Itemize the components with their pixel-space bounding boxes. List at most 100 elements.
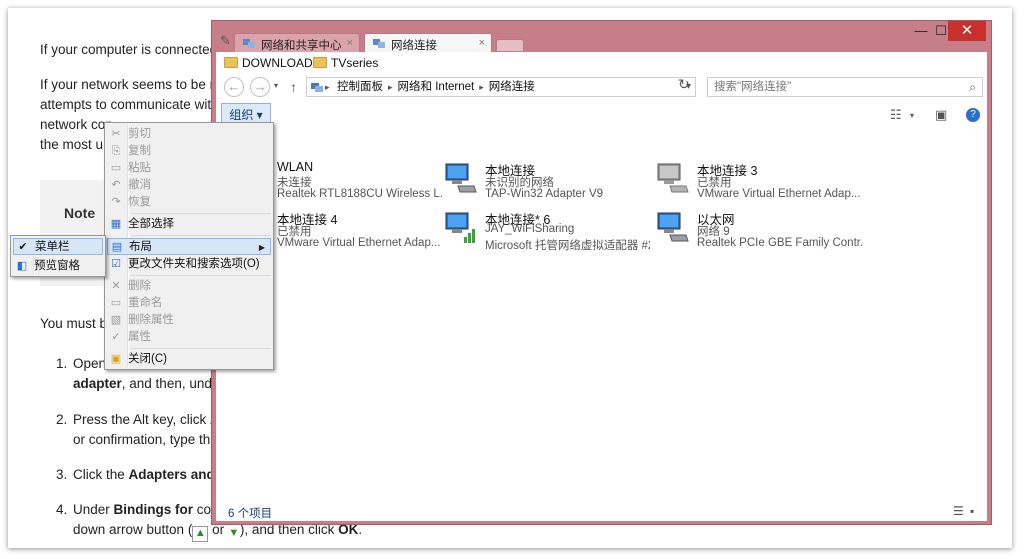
remove-properties-icon: ▧ xyxy=(110,314,122,326)
menu-label: 恢复 xyxy=(128,196,151,208)
doc-paragraph-1: If your computer is connected xyxy=(40,42,218,57)
menu-label: 剪切 xyxy=(128,128,151,140)
tab-close-icon[interactable]: × xyxy=(347,37,353,49)
ethernet-adapter-icon xyxy=(657,212,689,242)
connection-ethernet[interactable]: 以太网 网络 9 Realtek PCIe GBE Family Contr..… xyxy=(656,209,862,255)
breadcrumb-network-internet[interactable]: 网络和 Internet xyxy=(398,81,475,93)
menu-item-properties[interactable]: ✓ 属性 xyxy=(107,329,271,346)
address-bar[interactable]: ▸ 控制面板 ▸ 网络和 Internet ▸ 网络连接 ▾ xyxy=(306,77,696,97)
view-dropdown-icon[interactable]: ▾ xyxy=(910,111,914,120)
recent-dropdown-icon[interactable]: ▾ xyxy=(274,81,278,90)
connection-name: WLAN xyxy=(277,160,314,174)
network-adapter-disabled-icon xyxy=(657,163,689,193)
favorite-tvseries[interactable]: TVseries xyxy=(313,56,378,70)
item-count: 6 个项目 xyxy=(228,508,273,520)
breadcrumb-control-panel[interactable]: 控制面板 xyxy=(337,81,383,93)
menu-item-select-all[interactable]: ▦ 全部选择 xyxy=(107,216,271,233)
doc-paragraph-2-line-2: attempts to communicate wit xyxy=(40,97,212,112)
connection-local-1[interactable]: 本地连接 未识别的网络 TAP-Win32 Adapter V9 xyxy=(444,160,649,206)
connection-status: JAY_WiFiSharing xyxy=(485,223,575,235)
tab-label: 网络和共享中心 xyxy=(261,40,342,52)
menu-label: 撤消 xyxy=(128,179,151,191)
connection-local-6[interactable]: 本地连接* 6 JAY_WiFiSharing Microsoft 托管网络虚拟… xyxy=(444,209,650,255)
menu-label: 删除属性 xyxy=(128,314,174,326)
connection-device: VMware Virtual Ethernet Adap... xyxy=(697,188,861,200)
up-arrow-icon: ▲ xyxy=(192,526,209,542)
preview-pane-icon[interactable]: ▣ xyxy=(935,107,947,123)
menu-item-redo[interactable]: ↷ 恢复 xyxy=(107,194,271,211)
menu-label: 复制 xyxy=(128,145,151,157)
breadcrumb-chevron[interactable]: ▸ xyxy=(479,82,484,92)
menu-item-rename[interactable]: ▭ 重命名 xyxy=(107,295,271,312)
tab-network-sharing-center[interactable]: 网络和共享中心 × xyxy=(234,33,360,53)
refresh-button[interactable]: ↻ xyxy=(678,76,690,93)
connection-device: Realtek RTL8188CU Wireless L... xyxy=(277,188,442,200)
doc-paragraph-must: You must b xyxy=(40,316,108,331)
favorite-downloads[interactable]: DOWNLOADS xyxy=(224,56,321,70)
large-icons-view-icon[interactable]: ▪ xyxy=(970,504,974,518)
preview-pane-icon: ◧ xyxy=(16,260,28,272)
submenu-item-preview-pane[interactable]: ◧ 预览窗格 xyxy=(13,258,103,275)
step-2-text: Press the Alt key, click xyxy=(73,412,211,427)
favorites-bar: DOWNLOADS TVseries xyxy=(216,52,987,74)
close-folder-icon: ▣ xyxy=(110,353,122,365)
control-panel-icon xyxy=(311,83,323,92)
menu-label: 重命名 xyxy=(128,297,163,309)
submenu-item-menu-bar[interactable]: ✔ 菜单栏 xyxy=(13,238,103,255)
menu-label: 全部选择 xyxy=(128,218,174,230)
step-2-line-2: or confirmation, type th xyxy=(73,432,211,447)
menu-label: 更改文件夹和搜索选项(O) xyxy=(128,258,260,270)
menu-separator xyxy=(131,275,271,276)
breadcrumb-chevron[interactable]: ▸ xyxy=(388,82,393,92)
step-1-line-1: Open xyxy=(73,356,107,371)
connections-view: WLAN 未连接 Realtek RTL8188CU Wireless L...… xyxy=(216,130,987,501)
search-icon[interactable]: ⌕ xyxy=(969,78,976,96)
doc-paragraph-2-line-4: the most u xyxy=(40,137,104,152)
tools-icon[interactable]: ✎ xyxy=(220,33,234,48)
menu-item-delete[interactable]: ✕ 删除 xyxy=(107,278,271,295)
menu-label: 菜单栏 xyxy=(35,241,70,253)
network-center-icon xyxy=(243,39,255,48)
undo-icon: ↶ xyxy=(111,179,121,191)
menu-label: 删除 xyxy=(128,280,151,292)
menu-item-folder-options[interactable]: ☑ 更改文件夹和搜索选项(O) xyxy=(107,256,271,273)
favorite-label: TVseries xyxy=(331,56,379,70)
checkmark-icon: ✔ xyxy=(18,241,28,253)
change-view-icon[interactable]: ☷ xyxy=(890,107,902,123)
menu-item-copy[interactable]: ⎘ 复制 xyxy=(107,143,271,160)
breadcrumb: 控制面板 ▸ 网络和 Internet ▸ 网络连接 xyxy=(337,78,535,96)
menu-separator xyxy=(131,213,271,214)
step-3-bold: Adapters and xyxy=(128,467,215,482)
breadcrumb-network-connections[interactable]: 网络连接 xyxy=(489,81,535,93)
back-button[interactable]: ← xyxy=(224,77,244,97)
menu-separator xyxy=(131,348,271,349)
menu-label: 关闭(C) xyxy=(128,353,167,365)
folder-icon xyxy=(224,57,238,68)
details-view-icon[interactable]: ☰ xyxy=(953,504,964,518)
forward-button[interactable]: → xyxy=(250,77,270,97)
paste-icon: ▭ xyxy=(110,162,122,174)
up-button[interactable]: ↑ xyxy=(290,79,297,95)
tab-network-connections[interactable]: 网络连接 × xyxy=(364,33,492,53)
menu-item-undo[interactable]: ↶ 撤消 xyxy=(107,177,271,194)
tab-close-icon[interactable]: × xyxy=(479,37,485,49)
close-button[interactable]: ✕ xyxy=(948,21,986,41)
navigation-bar: ← → ▾ ↑ ▸ 控制面板 ▸ 网络和 Internet ▸ 网络连接 ▾ ↻ 搜索"… xyxy=(216,74,987,102)
doc-paragraph-2-line-1: If your network seems to be r xyxy=(40,77,215,92)
menu-item-remove-properties[interactable]: ▧ 删除属性 xyxy=(107,312,271,329)
tab-label: 网络连接 xyxy=(391,40,437,52)
wifi-adapter-icon xyxy=(445,212,475,243)
connection-local-3[interactable]: 本地连接 3 已禁用 VMware Virtual Ethernet Adap.… xyxy=(656,160,861,206)
menu-item-cut[interactable]: ✂ 剪切 xyxy=(107,126,271,143)
breadcrumb-root-chevron[interactable]: ▸ xyxy=(325,78,330,96)
new-tab-button[interactable] xyxy=(496,39,524,51)
search-input[interactable]: 搜索"网络连接" ⌕ xyxy=(707,77,983,97)
menu-item-layout[interactable]: ▤ 布局 ▶ xyxy=(107,238,271,255)
menu-item-paste[interactable]: ▭ 粘贴 xyxy=(107,160,271,177)
status-bar: 6 个项目 ☰ ▪ xyxy=(216,501,987,521)
step-3-number: 3. xyxy=(56,467,68,482)
help-icon[interactable]: ? xyxy=(966,108,980,122)
menu-item-close[interactable]: ▣ 关闭(C) xyxy=(107,351,271,368)
note-label: Note xyxy=(64,205,96,221)
down-arrow-icon: ▼ xyxy=(228,527,240,539)
